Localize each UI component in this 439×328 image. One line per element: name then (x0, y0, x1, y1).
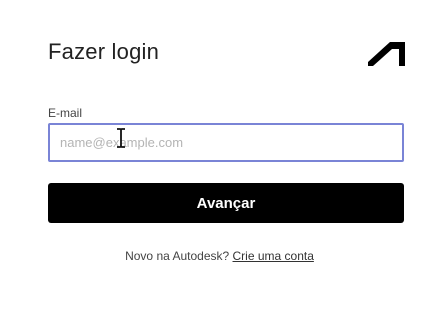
next-button[interactable]: Avançar (48, 183, 404, 223)
signup-prompt: Novo na Autodesk? (125, 249, 230, 263)
signup-row: Novo na Autodesk? Crie uma conta (0, 249, 439, 263)
email-label: E-mail (48, 106, 83, 120)
login-page: Fazer login E-mail Avançar Novo na Autod… (0, 0, 439, 328)
email-field[interactable] (48, 123, 404, 162)
text-cursor-icon (117, 128, 125, 148)
page-title: Fazer login (48, 39, 160, 64)
autodesk-logo-icon (368, 42, 405, 66)
create-account-link[interactable]: Crie uma conta (233, 249, 314, 263)
